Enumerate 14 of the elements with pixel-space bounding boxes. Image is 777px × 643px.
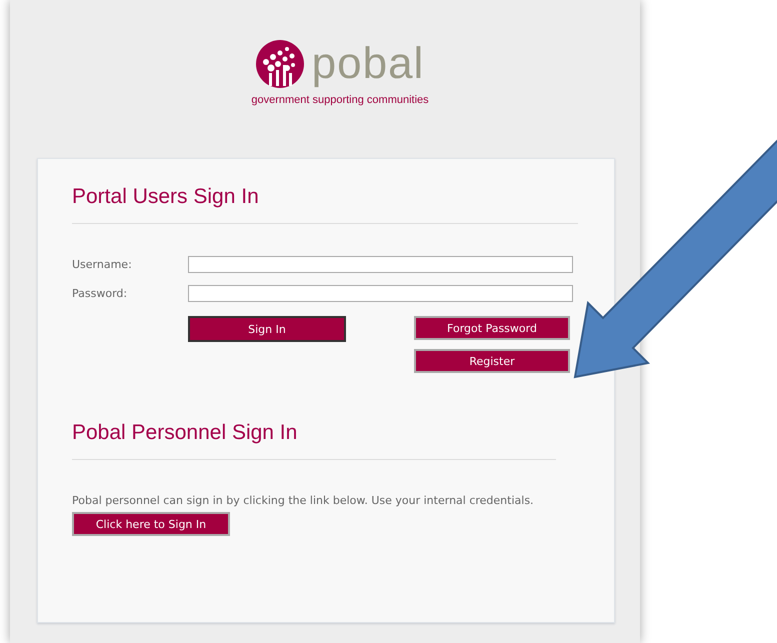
field-label: Password:: [72, 287, 128, 300]
instruction-text: Pobal personnel can sign in by clicking the link below. Use your internal credentials.: [72, 494, 535, 508]
section-heading: Portal Users Sign In: [72, 185, 260, 209]
input-field[interactable]: [188, 285, 573, 302]
logo-wordmark: pobal: [312, 42, 424, 86]
personnel-sign-in-button[interactable]: Click here to Sign In: [72, 512, 230, 536]
forgot-password-button[interactable]: Forgot Password: [414, 316, 570, 340]
input-field[interactable]: [188, 256, 573, 273]
sign-in-button[interactable]: Sign In: [188, 316, 346, 342]
field-label: Username:: [72, 258, 133, 271]
logo-icon: [256, 40, 304, 88]
register-button[interactable]: Register: [414, 349, 570, 373]
logo-tagline: government supporting communities: [251, 94, 429, 106]
section-heading: Pobal Personnel Sign In: [72, 421, 298, 445]
